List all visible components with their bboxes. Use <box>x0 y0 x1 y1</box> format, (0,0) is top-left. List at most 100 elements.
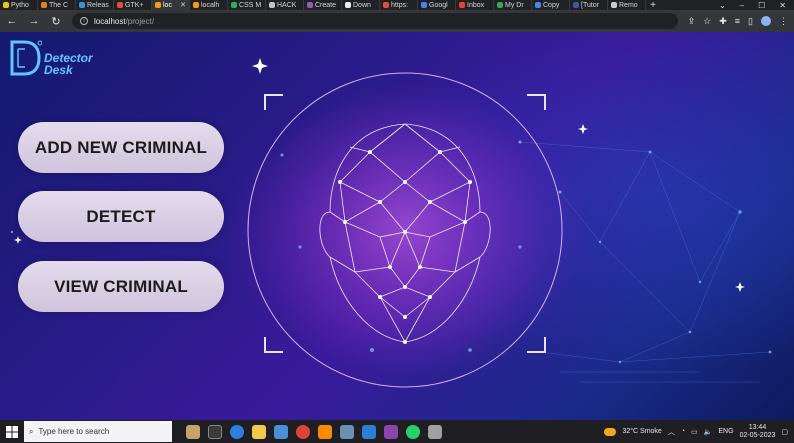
volume-icon[interactable]: 🔈 <box>704 428 713 436</box>
reload-icon[interactable]: ↻ <box>50 15 62 28</box>
bookmark-star-icon[interactable]: ☆ <box>703 16 711 27</box>
browser-tab[interactable]: [Tutor <box>570 0 608 10</box>
site-info-icon[interactable]: i <box>80 17 88 25</box>
browser-tab[interactable]: Copy <box>532 0 570 10</box>
browser-tab[interactable]: Down <box>342 0 380 10</box>
tab-label: Releas <box>87 1 109 9</box>
mosque-widget-icon[interactable] <box>186 424 200 439</box>
tab-label: Remo <box>619 1 638 9</box>
search-icon: ⌕ <box>29 426 34 436</box>
browser-tab[interactable]: GTK+ <box>114 0 152 10</box>
view-criminal-button[interactable]: VIEW CRIMINAL <box>18 261 224 312</box>
tab-label: Googl <box>429 1 448 9</box>
tab-label: The C <box>49 1 69 9</box>
weather-icon <box>604 427 617 436</box>
app-window-icon[interactable] <box>340 424 354 439</box>
new-tab-button[interactable]: + <box>646 0 660 10</box>
browser-tab-strip: Pytho The C Releas GTK+ loc ✕ localh CSS M HACK C… <box>0 0 794 10</box>
tab-label: HACK <box>277 1 297 9</box>
browser-tab[interactable]: CSS M <box>228 0 266 10</box>
mail-icon[interactable] <box>274 424 288 439</box>
maximize-icon[interactable]: ☐ <box>758 1 765 10</box>
whatsapp-icon[interactable] <box>406 424 420 439</box>
minimize-icon[interactable]: – <box>740 1 744 10</box>
battery-icon[interactable]: ▭ <box>691 428 698 436</box>
browser-tab[interactable]: Releas <box>76 0 114 10</box>
network-lines <box>519 141 771 383</box>
app-logo: Detector Desk <box>6 38 93 78</box>
browser-tab[interactable]: Remo <box>608 0 646 10</box>
back-icon[interactable]: ← <box>6 15 18 27</box>
tab-label: Create <box>315 1 337 9</box>
taskbar-search-box[interactable]: ⌕ Type here to search <box>24 421 172 442</box>
browser-tab[interactable]: Inbox <box>456 0 494 10</box>
tab-favicon-icon <box>345 2 351 8</box>
tab-favicon-icon <box>41 2 47 8</box>
browser-tab[interactable]: Pytho <box>0 0 38 10</box>
start-button[interactable] <box>0 420 24 443</box>
tab-label: https: <box>391 1 409 9</box>
chrome-icon[interactable] <box>296 424 310 439</box>
weather-text[interactable]: 32°C Smoke <box>622 428 661 435</box>
clock[interactable]: 13:44 02-05-2023 <box>740 424 776 440</box>
address-bar[interactable]: i localhost/project/ <box>72 13 678 29</box>
browser-tab[interactable]: localh <box>190 0 228 10</box>
tab-favicon-icon <box>383 2 389 8</box>
dropdown-icon[interactable]: ⌄ <box>719 1 726 10</box>
share-icon[interactable]: ⇪ <box>688 16 696 27</box>
tab-label: loc <box>163 1 172 9</box>
taskbar-search-placeholder: Type here to search <box>38 427 110 436</box>
side-panel-icon[interactable]: ▯ <box>748 16 753 27</box>
forward-icon[interactable]: → <box>28 15 40 27</box>
detect-button[interactable]: DETECT <box>18 191 224 242</box>
tab-label: GTK+ <box>125 1 144 9</box>
teams-icon[interactable] <box>384 424 398 439</box>
browser-tab[interactable]: The C <box>38 0 76 10</box>
browser-tab[interactable]: Create <box>304 0 342 10</box>
system-tray: 32°C Smoke ︿ ◔ ▭ 🔈 ENG 13:44 02-05-2023 … <box>604 420 794 443</box>
tab-favicon-icon <box>307 2 313 8</box>
snipping-tool-icon[interactable] <box>428 424 442 439</box>
browser-tab[interactable]: HACK <box>266 0 304 10</box>
profile-avatar[interactable] <box>761 16 771 26</box>
edge-icon[interactable] <box>230 424 244 439</box>
tab-favicon-icon <box>611 2 617 8</box>
tab-favicon-icon <box>421 2 427 8</box>
tab-label: CSS M <box>239 1 262 9</box>
vscode-icon[interactable] <box>362 424 376 439</box>
logo-line-2: Desk <box>44 63 73 77</box>
tab-favicon-icon <box>193 2 199 8</box>
tab-label: [Tutor <box>581 1 600 9</box>
browser-tab[interactable]: Googl <box>418 0 456 10</box>
tab-favicon-icon <box>497 2 503 8</box>
task-view-icon[interactable] <box>208 424 222 439</box>
tab-favicon-icon <box>459 2 465 8</box>
browser-tab[interactable]: loc ✕ <box>152 0 190 10</box>
windows-logo-icon <box>6 425 18 438</box>
xampp-icon[interactable] <box>318 424 332 439</box>
extensions-icon[interactable]: ✚ <box>719 16 727 27</box>
tab-favicon-icon <box>269 2 275 8</box>
tab-label: localh <box>201 1 220 9</box>
tab-favicon-icon <box>535 2 541 8</box>
chevron-up-icon[interactable]: ︿ <box>668 427 675 437</box>
tab-label: My Dr <box>505 1 524 9</box>
file-explorer-icon[interactable] <box>252 424 266 439</box>
tab-favicon-icon <box>3 2 9 8</box>
notifications-icon[interactable]: ▢ <box>781 428 788 436</box>
browser-menu-icon[interactable]: ⋮ <box>779 16 788 27</box>
tab-label: Down <box>353 1 371 9</box>
add-new-criminal-button[interactable]: ADD NEW CRIMINAL <box>18 122 224 173</box>
language-indicator[interactable]: ENG <box>718 428 733 435</box>
tab-favicon-icon <box>231 2 237 8</box>
browser-tab[interactable]: My Dr <box>494 0 532 10</box>
browser-tab[interactable]: https: <box>380 0 418 10</box>
network-icon[interactable]: ◔ <box>681 428 685 435</box>
tab-close-icon[interactable]: ✕ <box>180 1 186 9</box>
reading-list-icon[interactable]: ≡ <box>735 16 740 26</box>
tab-label: Inbox <box>467 1 485 9</box>
close-icon[interactable]: ✕ <box>779 1 786 10</box>
tab-favicon-icon <box>79 2 85 8</box>
clock-date: 02-05-2023 <box>739 431 776 439</box>
clock-time: 13:44 <box>748 423 767 431</box>
